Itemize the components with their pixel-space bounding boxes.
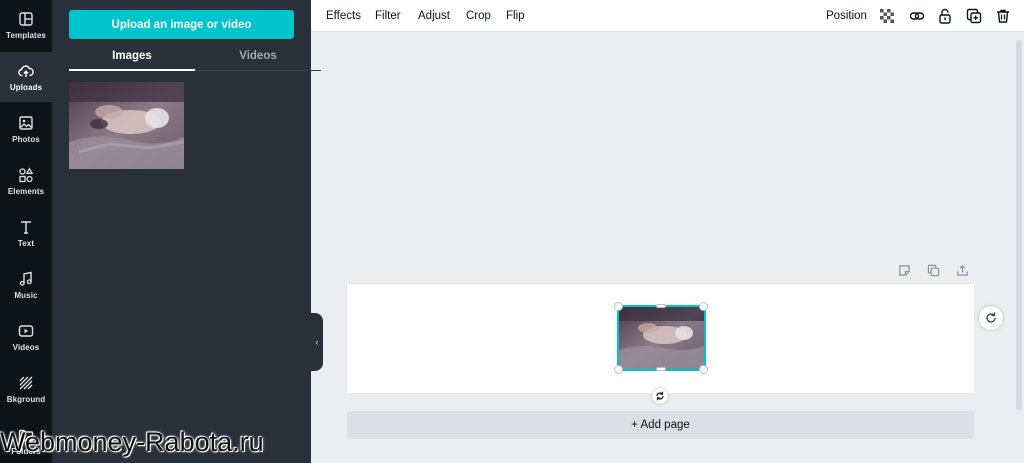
chevron-left-icon: ‹ [315, 337, 319, 347]
filter-button[interactable]: Filter [375, 0, 401, 32]
tab-videos[interactable]: Videos [195, 42, 321, 71]
resize-handle-bottom-left[interactable] [614, 365, 623, 374]
upload-button[interactable]: Upload an image or video [69, 10, 294, 39]
rail-label: Uploads [9, 82, 43, 92]
notes-icon[interactable] [898, 264, 912, 278]
rail-label: Bkground [6, 394, 46, 404]
duplicate-icon[interactable] [965, 7, 983, 25]
rail-item-text[interactable]: Text [0, 208, 52, 258]
collapse-panel-button[interactable]: ‹ [311, 313, 323, 371]
rail-label: Text [17, 238, 35, 248]
vertical-scrollbar[interactable] [1016, 40, 1022, 410]
rotate-button[interactable] [652, 388, 668, 404]
shapes-icon [19, 167, 34, 182]
photo-icon [19, 115, 33, 130]
watermark-text: Webmoney-Rabota.ru [0, 427, 264, 457]
transparency-checker-icon[interactable] [878, 7, 896, 25]
position-button[interactable]: Position [826, 0, 867, 32]
video-play-icon [18, 324, 34, 337]
rail-label: Templates [6, 30, 46, 40]
placed-image[interactable] [617, 305, 706, 371]
rail-item-templates[interactable]: Templates [0, 0, 52, 50]
rail-item-background[interactable]: Bkground [0, 364, 52, 414]
uploaded-image-thumbnail[interactable] [69, 82, 184, 169]
resize-handle-bottom[interactable] [656, 367, 666, 371]
resize-handle-top[interactable] [656, 304, 666, 308]
hatch-pattern-icon [19, 376, 33, 389]
side-rail: Templates Uploads Photos Elements Text M… [0, 0, 52, 463]
rail-item-videos[interactable]: Videos [0, 312, 52, 362]
add-page-button[interactable]: + Add page [347, 411, 974, 439]
music-note-icon [19, 271, 32, 286]
rail-item-photos[interactable]: Photos [0, 104, 52, 154]
crop-button[interactable]: Crop [466, 0, 491, 32]
resize-handle-top-left[interactable] [614, 302, 623, 311]
text-icon [21, 220, 31, 234]
link-icon[interactable] [908, 7, 926, 25]
uploads-panel: Upload an image or video Images Videos [52, 0, 321, 463]
rail-label: Music [14, 290, 38, 300]
photo-thumbnail [69, 82, 184, 169]
rail-item-elements[interactable]: Elements [0, 156, 52, 206]
placed-photo [619, 307, 704, 369]
adjust-button[interactable]: Adjust [418, 0, 450, 32]
refresh-button[interactable] [979, 306, 1003, 330]
rail-label: Elements [7, 186, 45, 196]
rail-item-music[interactable]: Music [0, 260, 52, 310]
trash-icon[interactable] [994, 7, 1012, 25]
resize-handle-top-right[interactable] [699, 302, 708, 311]
export-page-icon[interactable] [956, 264, 970, 278]
effects-button[interactable]: Effects [326, 0, 361, 32]
top-toolbar: Effects Filter Adjust Crop Flip Position [311, 0, 1024, 32]
upload-cloud-icon [18, 64, 34, 77]
resize-handle-bottom-right[interactable] [699, 365, 708, 374]
tab-images[interactable]: Images [69, 42, 195, 71]
lock-icon[interactable] [936, 7, 954, 25]
flip-button[interactable]: Flip [506, 0, 525, 32]
rotate-icon [656, 391, 664, 401]
rail-label: Photos [12, 134, 40, 144]
templates-icon [19, 11, 33, 26]
copy-page-icon[interactable] [927, 264, 941, 278]
rail-label: Videos [12, 342, 40, 352]
rail-item-uploads[interactable]: Uploads [0, 52, 52, 102]
refresh-icon [986, 312, 996, 323]
